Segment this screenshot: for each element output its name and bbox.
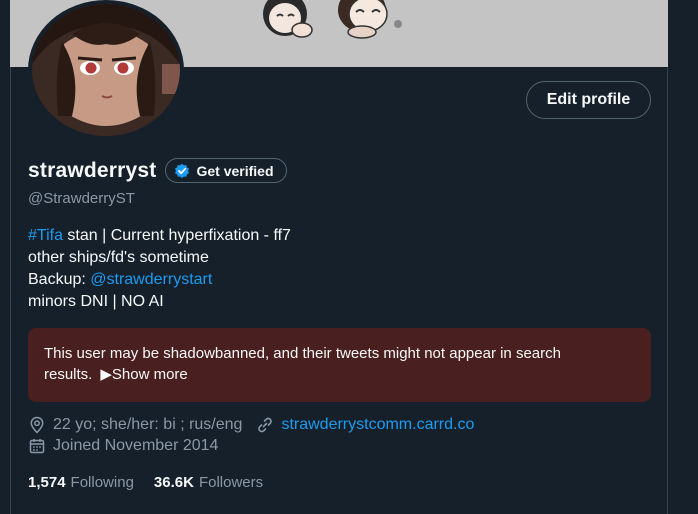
display-name: strawderryst [28, 158, 157, 182]
link-icon [258, 417, 273, 433]
get-verified-button[interactable]: Get verified [165, 158, 287, 183]
verified-badge-icon [175, 163, 190, 178]
edit-profile-button[interactable]: Edit profile [526, 81, 651, 119]
website-link[interactable]: strawderrystcomm.carrd.co [281, 416, 474, 434]
profile-bio: #Tifa stan | Current hyperfixation - ff7… [28, 225, 291, 313]
bio-line-3: Backup: @strawderrystart [28, 269, 291, 291]
following-count: 1,574 [28, 474, 66, 491]
location-pin-icon [30, 416, 44, 434]
following-stat[interactable]: 1,574 Following [28, 474, 134, 491]
followers-count: 36.6K [153, 474, 194, 491]
backup-mention-link[interactable]: @strawderrystart [90, 271, 212, 288]
name-row: strawderryst Get verified [28, 158, 287, 183]
calendar-icon [29, 439, 45, 454]
followers-label: Followers [198, 474, 264, 491]
profile-meta-row: 22 yo; she/her: bi ; rus/eng strawderrys… [28, 416, 474, 434]
follow-stats: 1,574 Following 36.6K Followers [28, 474, 263, 491]
joined-text: Joined November 2014 [53, 437, 219, 454]
hashtag-link[interactable]: #Tifa [28, 227, 63, 244]
avatar-image [32, 4, 180, 136]
location-text: 22 yo; she/her: bi ; rus/eng [53, 416, 243, 433]
followers-stat[interactable]: 36.6K Followers [154, 474, 263, 491]
bio-line-1: #Tifa stan | Current hyperfixation - ff7 [28, 225, 291, 247]
following-label: Following [70, 474, 134, 491]
profile-avatar[interactable] [28, 0, 184, 140]
joined-row: Joined November 2014 [28, 437, 218, 455]
bio-line-3-prefix: Backup: [28, 271, 91, 288]
show-more-button[interactable]: ▶Show more [100, 366, 187, 383]
get-verified-label: Get verified [196, 162, 274, 179]
banner-artwork [263, 0, 402, 39]
bio-line-2: other ships/fd's sometime [28, 249, 209, 266]
profile-handle: @StrawderryST [28, 190, 135, 207]
bio-line-1-text: stan | Current hyperfixation - ff7 [62, 227, 291, 244]
bio-line-4: minors DNI | NO AI [28, 293, 164, 310]
shadowban-warning: This user may be shadowbanned, and their… [28, 328, 651, 402]
